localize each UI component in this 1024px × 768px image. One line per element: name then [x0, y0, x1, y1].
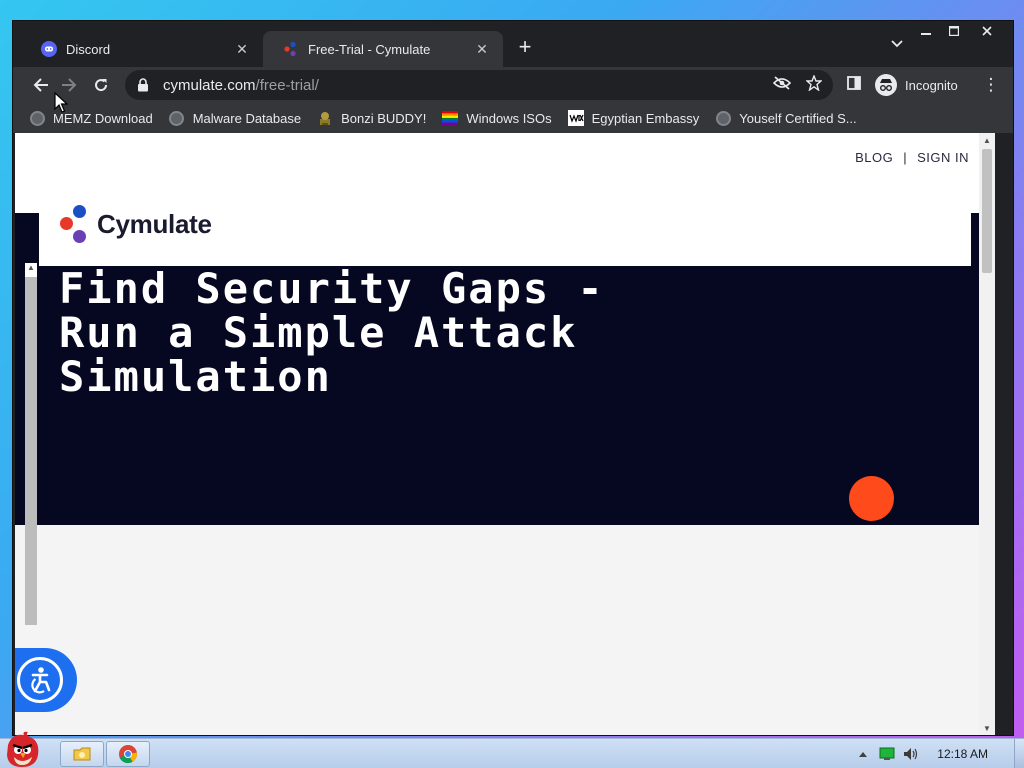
page-header-area [15, 133, 995, 213]
globe-icon [715, 110, 731, 126]
incognito-indicator[interactable]: Incognito [875, 70, 958, 100]
orange-accent-dot [849, 476, 894, 521]
sign-in-link[interactable]: SIGN IN [917, 150, 969, 165]
brand-name: Cymulate [97, 208, 212, 239]
close-tab-icon[interactable]: ✕ [473, 40, 491, 58]
bonzi-icon [317, 110, 333, 126]
bookmark-youself-certified[interactable]: Youself Certified S... [715, 110, 857, 126]
page-viewport: ▲ BLOG | SIGN IN Cymulate Find Security Ga… [15, 133, 995, 735]
bookmark-malware-database[interactable]: Malware Database [169, 110, 301, 126]
taskbar-clock[interactable]: 12:18 AM [937, 747, 988, 761]
bookmark-label: Egyptian Embassy [591, 110, 700, 126]
network-icon[interactable] [879, 746, 895, 762]
tab-discord[interactable]: Discord ✕ [21, 31, 263, 67]
close-tab-icon[interactable]: ✕ [233, 40, 251, 58]
accessibility-icon [17, 657, 63, 703]
globe-icon [169, 110, 185, 126]
back-button[interactable] [27, 71, 55, 99]
tab-free-trial-cymulate[interactable]: Free-Trial - Cymulate ✕ [263, 31, 503, 67]
left-strip-arrow-icon: ▲ [25, 263, 37, 277]
tab-strip: Discord ✕ Free-Trial - Cymulate ✕ + [13, 21, 1013, 67]
maximize-button[interactable] [939, 21, 969, 41]
cymulate-icon [283, 41, 299, 57]
page-scrollbar[interactable]: ▲ ▼ [979, 133, 995, 735]
url-path: /free-trial/ [255, 76, 319, 94]
side-panel-icon[interactable] [845, 74, 863, 92]
minimize-button[interactable] [911, 21, 941, 41]
reload-button[interactable] [87, 71, 115, 99]
incognito-label: Incognito [905, 77, 958, 93]
cymulate-logo[interactable]: Cymulate [59, 203, 212, 245]
address-bar[interactable]: cymulate.com/free-trial/ [125, 70, 833, 100]
bookmark-label: Youself Certified S... [739, 110, 857, 126]
start-button-angry-bird-icon[interactable] [2, 731, 46, 768]
accessibility-button[interactable] [15, 648, 77, 712]
bookmark-star-icon[interactable] [805, 74, 823, 92]
headline-line: Find Security Gaps - [59, 264, 605, 313]
discord-icon [41, 41, 57, 57]
bookmark-bonzi-buddy[interactable]: Bonzi BUDDY! [317, 110, 426, 126]
taskbar-chrome-button[interactable] [106, 741, 150, 767]
scroll-up-arrow-icon[interactable]: ▲ [979, 133, 995, 147]
close-window-button[interactable] [969, 21, 1005, 41]
bookmark-label: Malware Database [192, 110, 302, 126]
bookmark-windows-isos[interactable]: Windows ISOs [442, 110, 552, 126]
incognito-icon [875, 74, 897, 96]
scroll-thumb[interactable] [982, 149, 992, 273]
left-scroll-strip [25, 263, 37, 625]
globe-icon [29, 110, 45, 126]
top-links: BLOG | SIGN IN [855, 150, 969, 165]
top-links-divider: | [903, 150, 908, 165]
volume-icon[interactable] [903, 746, 919, 762]
tab-search-icon[interactable] [891, 37, 903, 51]
browser-menu-button[interactable]: ⋮ [977, 71, 1005, 99]
browser-window: Discord ✕ Free-Trial - Cymulate ✕ + cymu… [12, 20, 1014, 736]
scroll-down-arrow-icon[interactable]: ▼ [979, 721, 995, 735]
headline-line: Simulation [59, 352, 332, 401]
bookmark-label: Windows ISOs [466, 110, 552, 126]
wix-icon [567, 110, 584, 126]
cymulate-logo-mark-icon [59, 203, 89, 245]
tab-title: Discord [66, 41, 111, 57]
blog-link[interactable]: BLOG [855, 150, 893, 165]
hero-headline: Find Security Gaps - Run a Simple Attack… [59, 267, 605, 399]
headline-line: Run a Simple Attack [59, 308, 578, 357]
show-desktop-button[interactable] [1014, 739, 1024, 768]
rainbow-flag-icon [442, 110, 459, 126]
lock-icon [137, 78, 151, 92]
bookmark-memz-download[interactable]: MEMZ Download [29, 110, 153, 126]
eye-off-icon[interactable] [773, 74, 791, 92]
tab-title: Free-Trial - Cymulate [308, 41, 431, 57]
bookmarks-bar: MEMZ Download Malware Database Bonzi BUD… [13, 103, 1013, 133]
taskbar: 12:18 AM [0, 731, 1024, 768]
new-tab-button[interactable]: + [513, 34, 537, 59]
show-hidden-icons-icon[interactable] [855, 746, 871, 762]
taskbar-explorer-button[interactable] [60, 741, 104, 767]
bookmark-egyptian-embassy[interactable]: Egyptian Embassy [567, 110, 700, 126]
url-host: cymulate.com [163, 76, 256, 94]
bookmark-label: Bonzi BUDDY! [341, 110, 427, 126]
system-tray: 12:18 AM [855, 739, 1024, 768]
browser-toolbar: cymulate.com/free-trial/ Incognito ⋮ [13, 67, 1013, 103]
